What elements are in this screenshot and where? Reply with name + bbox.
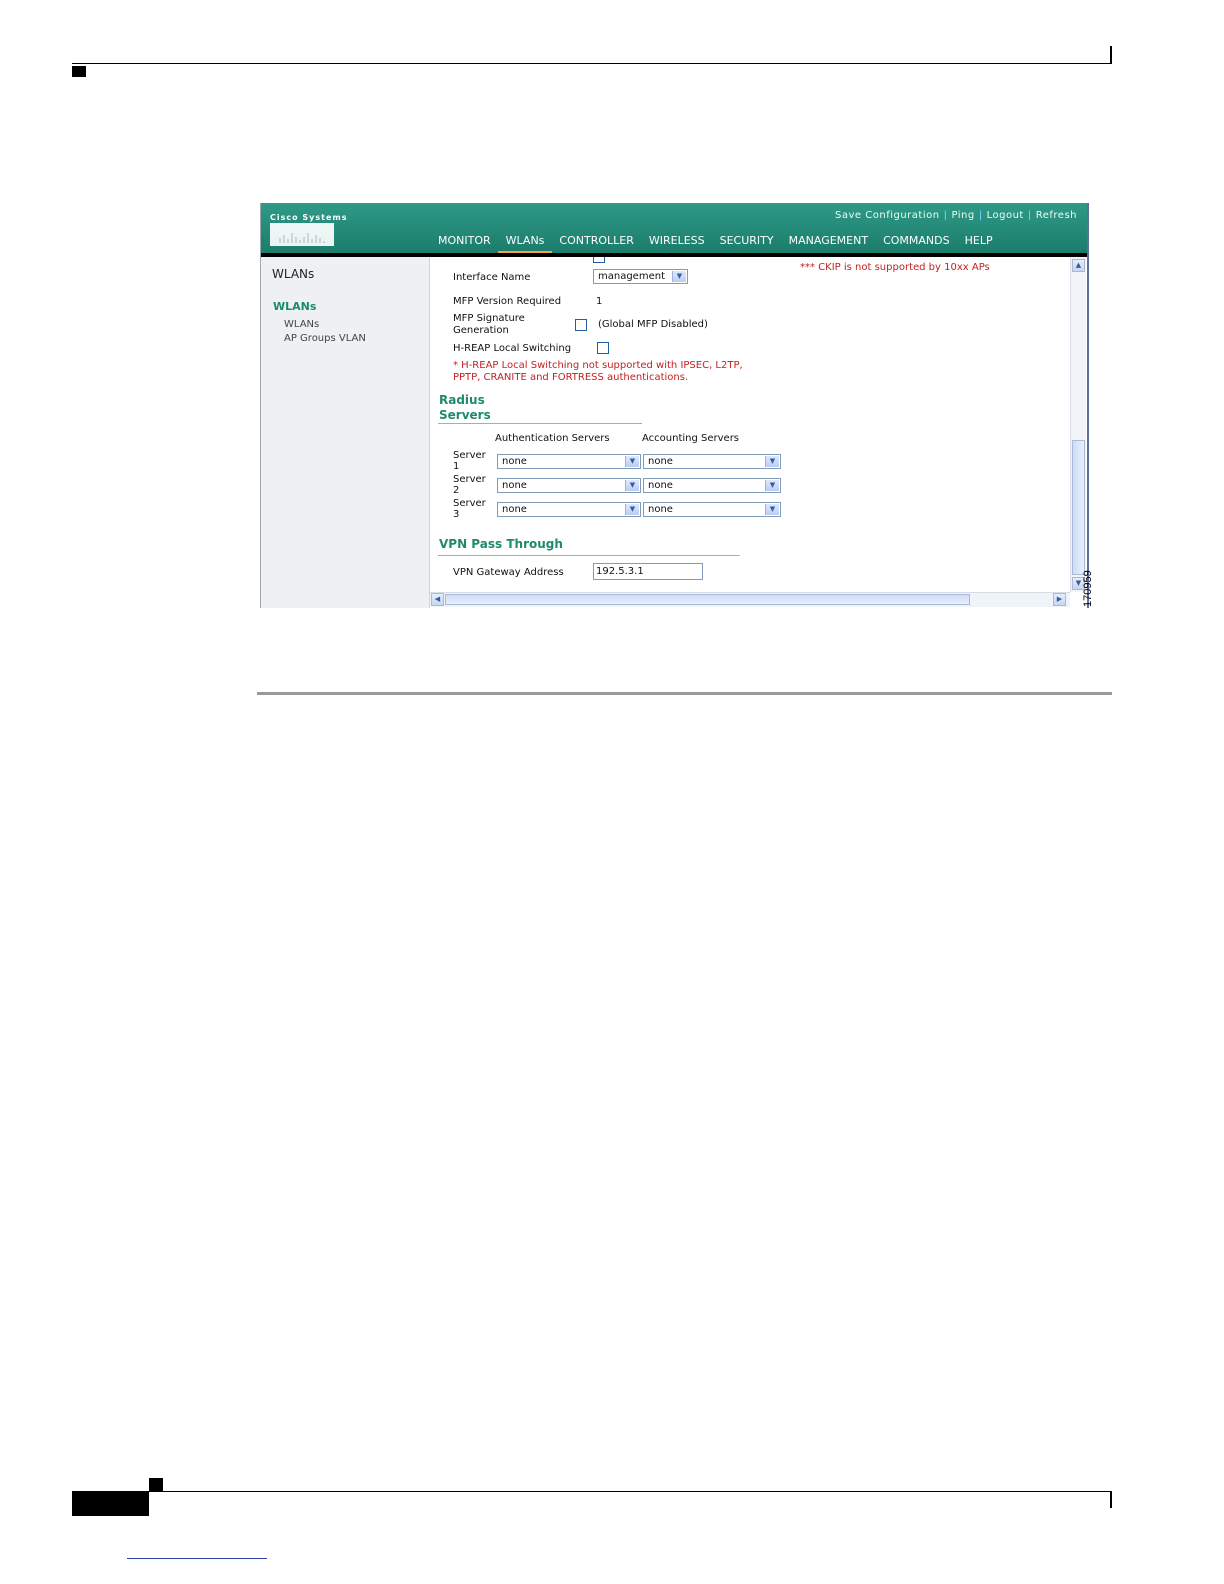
- refresh-link[interactable]: Refresh: [1036, 210, 1077, 221]
- server-1-number: 1: [453, 461, 460, 472]
- horizontal-scrollbar[interactable]: ◀ ▶: [430, 592, 1070, 607]
- global-mfp-note: (Global MFP Disabled): [598, 319, 708, 330]
- logout-link[interactable]: Logout: [987, 210, 1024, 221]
- server-1-acct-value: none: [648, 456, 673, 467]
- chevron-down-icon: ▼: [672, 271, 686, 282]
- tab-security[interactable]: SECURITY: [720, 234, 774, 247]
- tab-wlans[interactable]: WLANs: [497, 234, 553, 255]
- separator: |: [943, 210, 948, 221]
- tab-help[interactable]: HELP: [965, 234, 993, 247]
- ping-link[interactable]: Ping: [951, 210, 974, 221]
- wlc-screenshot: Cisco Systems Save Configuration | Ping | Lo…: [260, 203, 1089, 608]
- radius-section-title-line2: Servers: [439, 408, 491, 422]
- header-tick: [1110, 46, 1112, 64]
- footer-page-block: [72, 1492, 149, 1516]
- interface-name-value: management: [598, 271, 665, 282]
- vpn-section-title: VPN Pass Through: [439, 537, 563, 551]
- sidebar: WLANs WLANs WLANs AP Groups VLAN: [261, 257, 430, 608]
- scroll-right-icon[interactable]: ▶: [1053, 593, 1066, 606]
- server-3-auth-select[interactable]: none ▼: [497, 502, 641, 517]
- tab-commands[interactable]: COMMANDS: [883, 234, 950, 247]
- radius-section-title: Radius: [439, 393, 485, 407]
- sidebar-title: WLANs: [272, 267, 315, 281]
- chevron-down-icon: ▼: [765, 504, 779, 515]
- mfp-signature-checkbox[interactable]: [575, 319, 587, 331]
- mfp-version-value: 1: [596, 296, 603, 307]
- server-2-number: 2: [453, 485, 460, 496]
- separator: |: [1027, 210, 1032, 221]
- server-3-label: Server: [453, 498, 486, 509]
- interface-name-select[interactable]: management ▼: [593, 269, 688, 284]
- radius-divider: [438, 423, 642, 424]
- separator: |: [978, 210, 983, 221]
- scroll-up-icon[interactable]: ▲: [1072, 259, 1085, 272]
- wlan-edit-form: *** CKIP is not supported by 10xx APs In…: [430, 257, 1070, 592]
- header-rule: [72, 63, 1112, 64]
- vpn-divider: [438, 555, 740, 556]
- hreap-checkbox[interactable]: [597, 342, 609, 354]
- server-3-auth-value: none: [502, 504, 527, 515]
- chevron-down-icon: ▼: [765, 480, 779, 491]
- section-rule: [257, 692, 1112, 695]
- interface-name-label: Interface Name: [453, 272, 531, 283]
- horizontal-scroll-thumb[interactable]: [445, 594, 970, 605]
- mfp-version-label: MFP Version Required: [453, 296, 562, 307]
- cisco-logo-text: Cisco Systems: [270, 213, 348, 222]
- server-2-acct-value: none: [648, 480, 673, 491]
- tab-controller[interactable]: CONTROLLER: [559, 234, 633, 247]
- auth-servers-header: Authentication Servers: [495, 433, 610, 444]
- figure-id: 170959: [1082, 570, 1094, 607]
- server-2-label: Server: [453, 474, 486, 485]
- server-1-auth-select[interactable]: none ▼: [497, 454, 641, 469]
- tab-monitor[interactable]: MONITOR: [438, 234, 491, 247]
- partial-checkbox[interactable]: [593, 257, 605, 263]
- cisco-bridge-icon: [279, 233, 325, 243]
- vpn-gateway-label: VPN Gateway Address: [453, 567, 564, 578]
- save-configuration-link[interactable]: Save Configuration: [835, 210, 940, 221]
- chevron-down-icon: ▼: [625, 480, 639, 491]
- server-3-number: 3: [453, 509, 460, 520]
- footer-rule: [72, 1491, 1112, 1492]
- server-2-auth-select[interactable]: none ▼: [497, 478, 641, 493]
- chevron-down-icon: ▼: [625, 456, 639, 467]
- server-1-acct-select[interactable]: none ▼: [643, 454, 781, 469]
- server-1-auth-value: none: [502, 456, 527, 467]
- vertical-scrollbar[interactable]: ▲ ▼: [1070, 257, 1086, 592]
- ckip-note: *** CKIP is not supported by 10xx APs: [800, 262, 990, 273]
- footer-link-underline[interactable]: [127, 1558, 267, 1559]
- server-1-label: Server: [453, 450, 486, 461]
- tab-wireless[interactable]: WIRELESS: [649, 234, 705, 247]
- footer-tick: [1110, 1492, 1112, 1508]
- utility-links: Save Configuration | Ping | Logout | Refresh: [835, 210, 1077, 221]
- hreap-label: H-REAP Local Switching: [453, 343, 572, 354]
- vertical-scroll-thumb[interactable]: [1072, 440, 1085, 575]
- server-3-acct-select[interactable]: none ▼: [643, 502, 781, 517]
- sidebar-item-wlans[interactable]: WLANs: [284, 319, 319, 330]
- sidebar-group-wlans[interactable]: WLANs: [273, 300, 316, 313]
- server-2-auth-value: none: [502, 480, 527, 491]
- top-banner: Cisco Systems Save Configuration | Ping | Lo…: [261, 203, 1087, 255]
- vpn-gateway-input[interactable]: 192.5.3.1: [593, 563, 703, 580]
- sidebar-item-ap-groups-vlan[interactable]: AP Groups VLAN: [284, 333, 366, 344]
- main-nav: MONITOR WLANs CONTROLLER WIRELESS SECURITY MA…: [438, 234, 1008, 255]
- mfp-signature-label: MFP Signature: [453, 313, 525, 324]
- mfp-signature-label-line2: Generation: [453, 325, 509, 336]
- chevron-down-icon: ▼: [625, 504, 639, 515]
- acct-servers-header: Accounting Servers: [642, 433, 740, 444]
- chevron-down-icon: ▼: [765, 456, 779, 467]
- tab-management[interactable]: MANAGEMENT: [789, 234, 868, 247]
- footer-marker: [149, 1478, 163, 1492]
- header-marker: [72, 66, 86, 77]
- scroll-left-icon[interactable]: ◀: [431, 593, 444, 606]
- hreap-note: * H-REAP Local Switching not supported w…: [453, 360, 743, 371]
- server-2-acct-select[interactable]: none ▼: [643, 478, 781, 493]
- hreap-note-line2: PPTP, CRANITE and FORTRESS authenticatio…: [453, 372, 689, 383]
- server-3-acct-value: none: [648, 504, 673, 515]
